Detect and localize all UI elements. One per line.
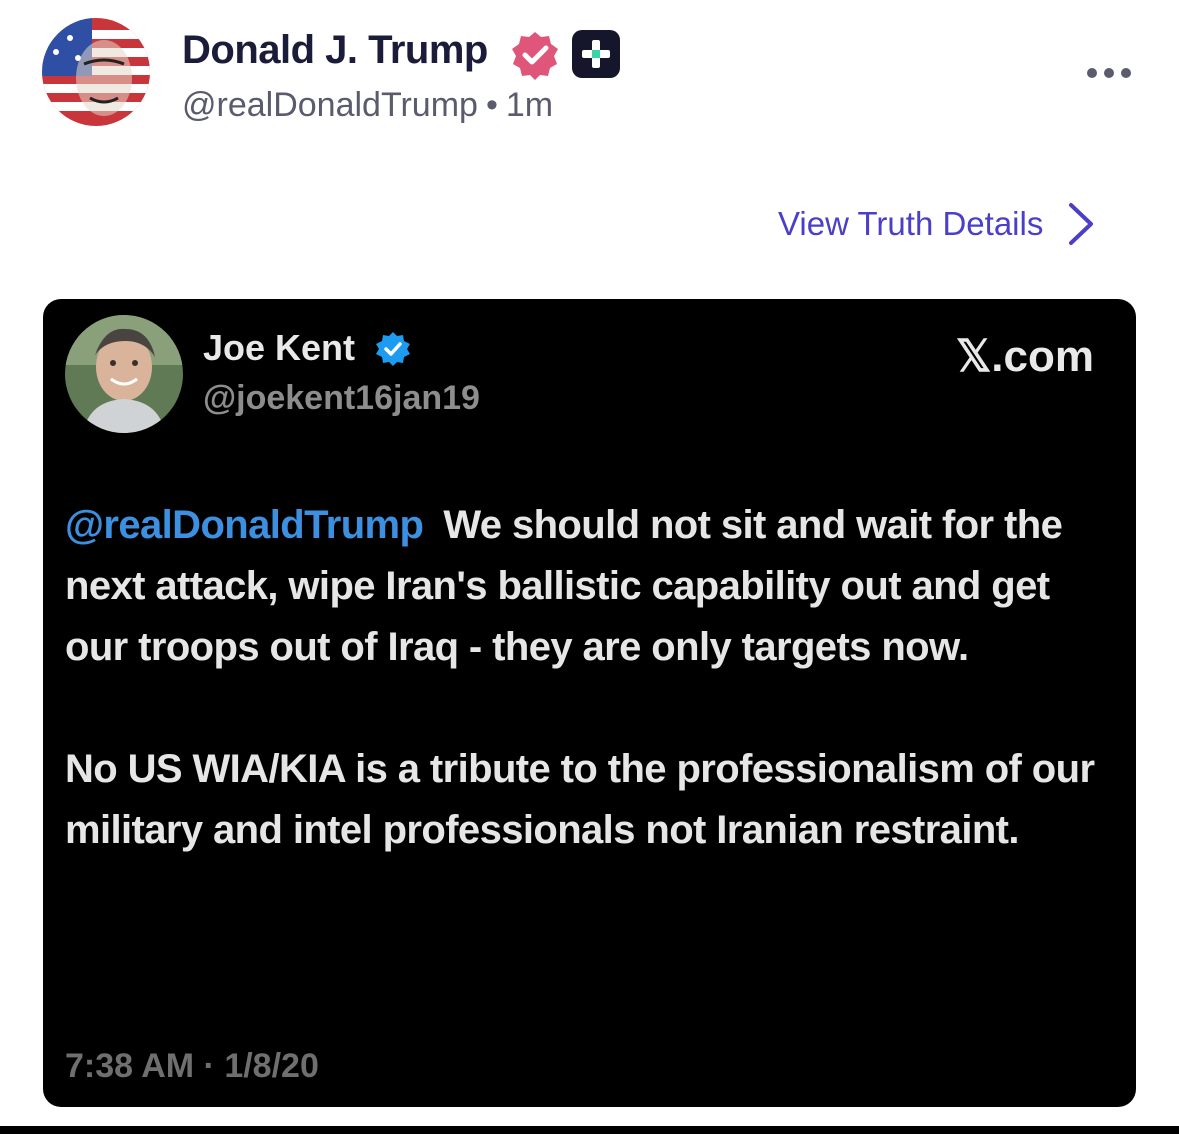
tweet-paragraph: @realDonaldTrump We should not sit and wa… (65, 495, 1105, 678)
more-dots-icon[interactable] (1086, 62, 1132, 84)
source-label: 𝕏.com (955, 332, 1094, 381)
view-truth-details-link[interactable]: View Truth Details (778, 198, 1097, 250)
author-avatar[interactable] (42, 18, 150, 126)
author-handle[interactable]: @realDonaldTrump (182, 86, 478, 124)
author-name[interactable]: Donald J. Trump (182, 28, 488, 73)
chevron-right-icon (1069, 203, 1094, 245)
plus-badge-icon (572, 30, 620, 78)
embed-author-name: Joe Kent (203, 327, 356, 368)
view-truth-details-label: View Truth Details (778, 205, 1044, 242)
verified-check-icon (376, 332, 410, 366)
embed-timestamp: 7:38 AM · 1/8/20 (65, 1047, 319, 1085)
embed-author-handle: @joekent16jan19 (203, 379, 480, 417)
tweet-paragraph: No US WIA/KIA is a tribute to the profes… (65, 747, 1095, 852)
handle-line: @realDonaldTrump • 1m (182, 86, 553, 125)
embed-author-avatar (65, 315, 183, 433)
mention-link[interactable]: @realDonaldTrump (65, 503, 424, 547)
time-ago: 1m (505, 86, 554, 124)
embed-tweet-text: @realDonaldTrump We should not sit and wa… (65, 495, 1105, 861)
post-header: Donald J. Trump @realDonaldTrump • 1m (0, 0, 1179, 140)
verified-badge-icon (512, 32, 558, 80)
bottom-divider (0, 1126, 1179, 1134)
separator-dot: • (485, 86, 498, 124)
embedded-tweet-card[interactable]: Joe Kent @joekent16jan19 𝕏.com @realDona… (43, 299, 1136, 1107)
